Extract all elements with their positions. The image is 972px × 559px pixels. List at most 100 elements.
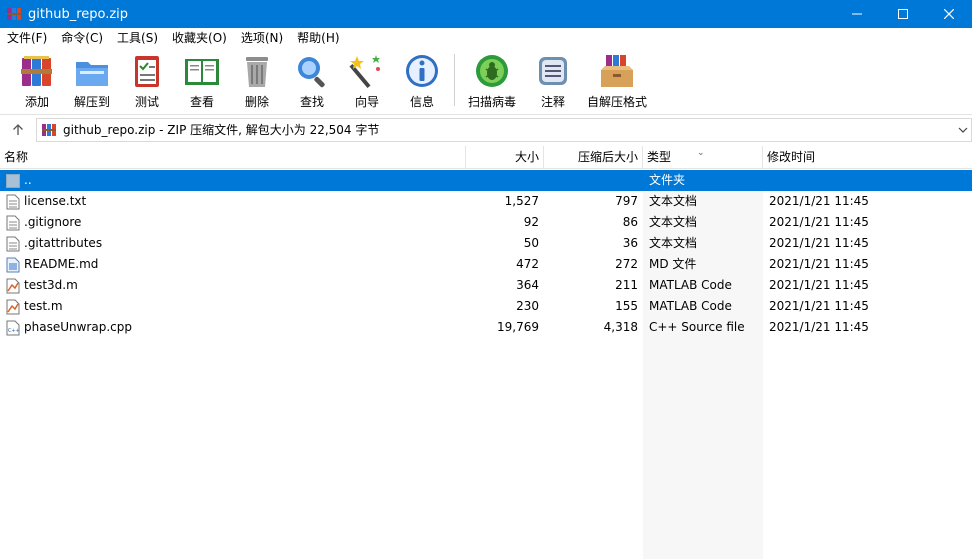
title-bar: github_repo.zip <box>0 0 972 28</box>
add-button[interactable]: 添加 <box>10 48 64 110</box>
matlab-file-icon <box>6 278 20 293</box>
file-modified: 2021/1/21 11:45 <box>769 299 869 313</box>
file-type: 文本文档 <box>649 236 698 250</box>
virus-bug-icon <box>476 55 508 87</box>
file-modified: 2021/1/21 11:45 <box>769 236 869 250</box>
file-type: MD 文件 <box>649 257 697 271</box>
text-file-icon <box>6 194 20 209</box>
column-header-type[interactable]: 类型 ⌄ <box>643 146 763 169</box>
file-type: 文件夹 <box>649 173 686 187</box>
column-header-name[interactable]: 名称 <box>0 146 466 169</box>
column-header-packed-size[interactable]: 压缩后大小 <box>544 146 643 169</box>
file-modified: 2021/1/21 11:45 <box>769 320 869 334</box>
file-size: 472 <box>516 257 539 271</box>
svg-text:C++: C++ <box>8 328 20 334</box>
file-row-parent[interactable]: .. 文件夹 <box>0 170 972 191</box>
add-label: 添加 <box>24 95 49 109</box>
text-file-icon <box>6 215 20 230</box>
sfx-button[interactable]: 自解压格式 <box>581 48 653 110</box>
menu-file[interactable]: 文件(F) <box>0 28 54 48</box>
close-button[interactable] <box>926 0 972 28</box>
info-icon <box>406 55 438 87</box>
delete-button[interactable]: 删除 <box>230 48 284 110</box>
column-header-size[interactable]: 大小 <box>466 146 544 169</box>
scan-virus-label: 扫描病毒 <box>467 95 516 109</box>
toolbar: 添加 解压到 测试 查看 删除 查找 向导 信息 扫描病毒 注释 自解压格式 <box>0 48 972 114</box>
chevron-down-icon <box>958 127 968 133</box>
magnifier-icon <box>298 57 325 88</box>
test-label: 测试 <box>134 95 159 109</box>
file-name: .gitignore <box>24 215 82 229</box>
address-field[interactable]: github_repo.zip - ZIP 压缩文件, 解包大小为 22,504… <box>36 117 972 142</box>
file-size: 92 <box>523 215 539 229</box>
comment-note-icon <box>539 57 567 85</box>
file-row[interactable]: license.txt 1,527 797 文本文档 2021/1/21 11:… <box>0 191 972 212</box>
wizard-button[interactable]: 向导 <box>340 48 394 110</box>
folder-up-icon <box>6 173 20 188</box>
file-row[interactable]: C++ phaseUnwrap.cpp 19,769 4,318 C++ Sou… <box>0 317 972 338</box>
md-file-icon <box>6 257 20 272</box>
file-name: .. <box>24 173 32 187</box>
file-type: MATLAB Code <box>649 278 732 292</box>
file-size: 364 <box>516 278 539 292</box>
file-packed-size: 211 <box>615 278 638 292</box>
test-button[interactable]: 测试 <box>120 48 174 110</box>
file-row[interactable]: .gitattributes 50 36 文本文档 2021/1/21 11:4… <box>0 233 972 254</box>
list-header: 名称 大小 压缩后大小 类型 ⌄ 修改时间 <box>0 146 972 169</box>
file-row[interactable]: README.md 472 272 MD 文件 2021/1/21 11:45 <box>0 254 972 275</box>
delete-label: 删除 <box>244 95 269 109</box>
address-text: github_repo.zip - ZIP 压缩文件, 解包大小为 22,504… <box>63 123 380 137</box>
sfx-label: 自解压格式 <box>586 95 647 109</box>
file-list: 名称 大小 压缩后大小 类型 ⌄ 修改时间 .. 文件夹 license.txt … <box>0 146 972 559</box>
extract-button[interactable]: 解压到 <box>65 48 119 110</box>
menu-favorites[interactable]: 收藏夹(O) <box>165 28 234 48</box>
file-type: 文本文档 <box>649 194 698 208</box>
maximize-button[interactable] <box>880 0 926 28</box>
close-icon <box>944 9 954 19</box>
folder-extract-icon <box>76 62 108 86</box>
scan-virus-button[interactable]: 扫描病毒 <box>459 48 525 110</box>
find-label: 查找 <box>299 95 324 109</box>
cpp-file-icon: C++ <box>6 320 20 335</box>
file-size: 19,769 <box>497 320 539 334</box>
menu-tools[interactable]: 工具(S) <box>110 28 165 48</box>
file-packed-size: 155 <box>615 299 638 313</box>
comment-button[interactable]: 注释 <box>526 48 580 110</box>
file-size: 230 <box>516 299 539 313</box>
address-bar: github_repo.zip - ZIP 压缩文件, 解包大小为 22,504… <box>0 114 972 144</box>
file-size: 50 <box>523 236 539 250</box>
sort-arrow-icon: ⌄ <box>697 148 705 158</box>
file-packed-size: 797 <box>615 194 638 208</box>
file-name: README.md <box>24 257 99 271</box>
menu-help[interactable]: 帮助(H) <box>290 28 346 48</box>
file-row[interactable]: test.m 230 155 MATLAB Code 2021/1/21 11:… <box>0 296 972 317</box>
file-packed-size: 86 <box>622 215 638 229</box>
view-button[interactable]: 查看 <box>175 48 229 110</box>
window-title: github_repo.zip <box>28 6 129 22</box>
file-modified: 2021/1/21 11:45 <box>769 215 869 229</box>
menu-bar: 文件(F) 命令(C) 工具(S) 收藏夹(O) 选项(N) 帮助(H) <box>0 28 972 48</box>
minimize-icon <box>852 13 862 15</box>
file-size: 1,527 <box>504 194 539 208</box>
file-size <box>466 170 544 191</box>
address-dropdown-button[interactable] <box>955 119 971 141</box>
menu-commands[interactable]: 命令(C) <box>54 28 110 48</box>
file-name: license.txt <box>24 194 87 208</box>
arrow-up-icon <box>13 123 23 135</box>
winrar-app-icon <box>7 8 21 20</box>
find-button[interactable]: 查找 <box>285 48 339 110</box>
extract-label: 解压到 <box>73 95 110 109</box>
up-level-button[interactable] <box>0 116 36 144</box>
archive-books-icon <box>21 56 52 86</box>
file-row[interactable]: .gitignore 92 86 文本文档 2021/1/21 11:45 <box>0 212 972 233</box>
trash-can-icon <box>246 57 268 87</box>
column-header-modified[interactable]: 修改时间 <box>763 146 972 169</box>
file-row[interactable]: test3d.m 364 211 MATLAB Code 2021/1/21 1… <box>0 275 972 296</box>
info-button[interactable]: 信息 <box>395 48 449 110</box>
minimize-button[interactable] <box>834 0 880 28</box>
menu-options[interactable]: 选项(N) <box>234 28 290 48</box>
text-file-icon <box>6 236 20 251</box>
file-type: C++ Source file <box>649 320 745 334</box>
file-modified: 2021/1/21 11:45 <box>769 257 869 271</box>
file-name: phaseUnwrap.cpp <box>24 320 132 334</box>
